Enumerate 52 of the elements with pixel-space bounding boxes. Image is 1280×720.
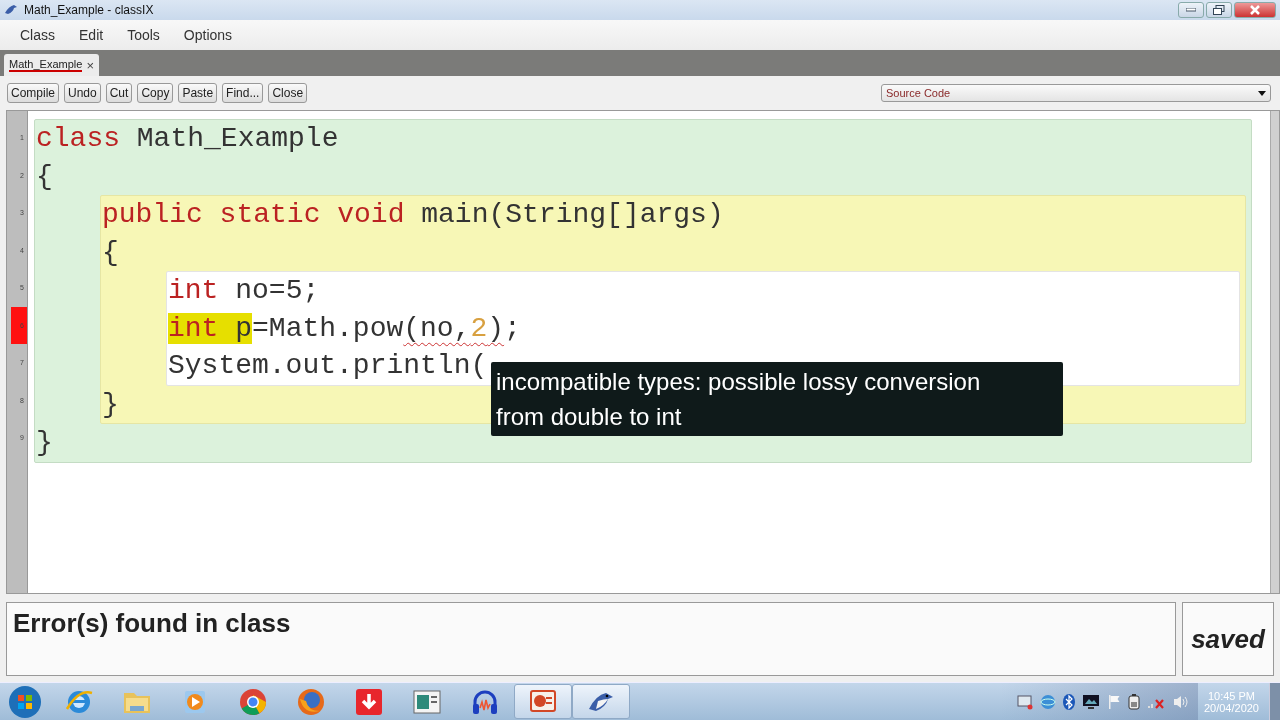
toolbar-button[interactable]: Close (268, 83, 308, 103)
clock-date: 20/04/2020 (1203, 701, 1259, 714)
restore-button[interactable] (1206, 2, 1232, 18)
firefox-icon (296, 686, 326, 717)
toolbar-button[interactable]: Cut (105, 83, 133, 103)
scrollbar[interactable] (1270, 111, 1279, 593)
toolbar-button[interactable]: Find... (222, 83, 264, 103)
monitor-icon[interactable] (1016, 693, 1033, 710)
window-icon (413, 688, 441, 715)
toolbar-button[interactable]: Compile (7, 83, 59, 103)
menu-item[interactable]: Class (8, 27, 67, 43)
bluetooth-icon[interactable] (1062, 693, 1075, 710)
menu-item[interactable]: Edit (67, 27, 116, 43)
taskbar-button[interactable] (572, 684, 630, 719)
code-line: int p=Math.pow(no,2); (168, 312, 521, 344)
show-desktop-button[interactable] (1269, 683, 1280, 720)
view-dropdown[interactable]: Source Code (881, 84, 1271, 102)
slides-icon (528, 688, 558, 715)
download-icon (355, 687, 383, 716)
minimize-icon (1186, 8, 1196, 12)
flag-icon[interactable] (1106, 693, 1121, 710)
toolbar-button[interactable]: Copy (137, 83, 174, 103)
menu-item[interactable]: Options (171, 27, 245, 43)
code-line: } (102, 388, 119, 420)
code-line: int no=5; (168, 275, 320, 307)
globe-icon[interactable] (1039, 693, 1056, 710)
editor-tab[interactable]: Math_Example × (4, 54, 99, 76)
toolbar-button[interactable]: Undo (64, 83, 101, 103)
restore-icon (1213, 5, 1225, 15)
taskbar-button[interactable] (514, 684, 572, 719)
saved-indicator: saved (1191, 623, 1265, 655)
window-title: Math_Example - classIX (24, 3, 155, 17)
toolbar-button[interactable]: Paste (178, 83, 218, 103)
display-icon[interactable] (1081, 693, 1100, 710)
code-line: System.out.println( (168, 350, 488, 382)
close-icon (1250, 5, 1260, 15)
code-line: { (36, 160, 53, 192)
clock-time: 10:45 PM (1207, 689, 1255, 702)
menu-item[interactable]: Tools (115, 27, 172, 43)
chrome-icon (238, 686, 268, 717)
error-tooltip: incompatible types: possible lossy conversion from double to int (491, 362, 1063, 436)
caret-icon (1258, 90, 1266, 96)
code-line: { (102, 236, 119, 268)
code-line: public static void main(String[]args) (102, 199, 724, 231)
start-button[interactable] (8, 684, 42, 719)
code-line: class Math_Example (36, 123, 339, 155)
status-message: Error(s) found in class (6, 602, 1176, 676)
battery-icon[interactable] (1127, 693, 1140, 710)
speaker-icon[interactable] (1171, 693, 1190, 710)
code-line: } (36, 427, 53, 459)
app-icon (4, 3, 18, 17)
close-button[interactable] (1234, 2, 1276, 18)
